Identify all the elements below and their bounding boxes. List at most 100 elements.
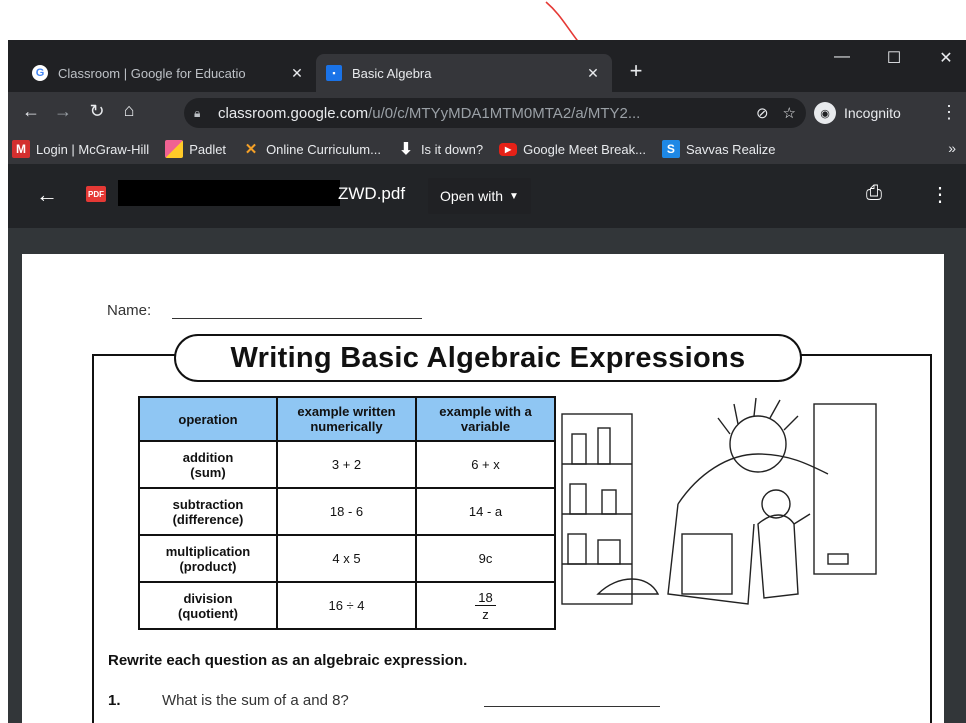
bookmark-label: Savvas Realize	[685, 141, 776, 157]
header-operation: operation	[138, 396, 278, 442]
minimize-button[interactable]: —	[822, 48, 862, 66]
question-text: What is the sum of a and 8?	[162, 692, 349, 709]
numeric-cell: 18 - 6	[276, 487, 417, 536]
bookmarks-bar: M Login | McGraw-Hill Padlet ✕ Online Cu…	[8, 134, 966, 164]
browser-window: G Classroom | Google for Educatio ✕ ▪ Ba…	[8, 40, 966, 723]
mcgraw-hill-icon: M	[12, 140, 30, 158]
savvas-icon: S	[661, 140, 680, 158]
incognito-icon: ◉	[814, 102, 836, 124]
maximize-button[interactable]: ☐	[874, 48, 914, 68]
caret-down-icon: ▼	[509, 190, 519, 202]
bookmarks-more-icon[interactable]: »	[948, 140, 956, 156]
variable-cell: 14 - a	[415, 487, 556, 536]
bookmark-is-it-down[interactable]: ⬇ Is it down?	[397, 140, 483, 158]
worksheet-title: Writing Basic Algebraic Expressions	[174, 334, 802, 382]
more-options-icon[interactable]: ⋮	[930, 182, 950, 207]
classroom-icon: ▪	[326, 65, 342, 81]
lock-icon: 🔒︎	[194, 105, 201, 120]
pdf-page: Name: Writing Basic Algebraic Expression…	[22, 254, 944, 723]
operation-name: division	[183, 590, 233, 606]
fraction-numerator: 18	[475, 589, 496, 606]
operation-sub: (quotient)	[178, 605, 238, 621]
operation-sub: (sum)	[190, 464, 226, 480]
question-number: 1.	[108, 692, 121, 709]
operation-cell: addition (sum)	[138, 440, 278, 489]
numeric-cell: 16 ÷ 4	[276, 581, 417, 630]
print-icon[interactable]: ⎙	[866, 182, 882, 205]
instruction-text: Rewrite each question as an algebraic ex…	[108, 652, 468, 669]
operation-name: addition	[182, 449, 234, 465]
back-icon[interactable]: ←	[18, 101, 44, 122]
header-numeric: example written numerically	[276, 396, 417, 442]
screenshot: G Classroom | Google for Educatio ✕ ▪ Ba…	[0, 0, 966, 723]
variable-cell: 9c	[415, 534, 556, 583]
bookmark-savvas[interactable]: S Savvas Realize	[661, 140, 776, 158]
variable-cell: 18 z	[415, 581, 556, 630]
browser-toolbar: ← → ↻ ⌂ 🔒︎ classroom.google.com/u/0/c/MT…	[8, 92, 966, 134]
operations-table: operation example written numerically ex…	[138, 396, 556, 630]
bookmark-mcgraw-hill[interactable]: M Login | McGraw-Hill	[12, 140, 149, 158]
open-with-label: Open with	[440, 188, 504, 204]
youtube-icon: ▶	[499, 142, 518, 156]
arrow-down-icon: ⬇	[399, 141, 413, 158]
operation-name: subtraction	[172, 496, 244, 512]
operation-sub: (difference)	[172, 511, 244, 527]
pdf-file-icon: PDF	[86, 186, 106, 202]
tracking-blocked-icon[interactable]: ⊘	[756, 104, 769, 122]
bookmark-google-meet[interactable]: ▶ Google Meet Break...	[499, 142, 646, 157]
bookmark-star-icon[interactable]: ☆	[783, 104, 796, 122]
tab-strip: G Classroom | Google for Educatio ✕ ▪ Ba…	[8, 40, 966, 92]
google-icon: G	[32, 65, 48, 81]
operation-cell: multiplication (product)	[138, 534, 278, 583]
tab-title: Basic Algebra	[352, 65, 432, 81]
pdf-viewer: Name: Writing Basic Algebraic Expression…	[8, 164, 966, 723]
padlet-icon	[165, 140, 184, 158]
name-line	[172, 318, 422, 319]
open-with-button[interactable]: Open with ▼	[428, 178, 531, 214]
window-close-button[interactable]: ✕	[926, 48, 966, 68]
tab-basic-algebra[interactable]: ▪ Basic Algebra ✕	[316, 54, 612, 92]
header-variable: example with a variable	[415, 396, 556, 442]
operation-sub: (product)	[179, 558, 237, 574]
operation-cell: division (quotient)	[138, 581, 278, 630]
browser-menu-icon[interactable]: ⋮	[940, 102, 958, 123]
back-arrow-icon[interactable]: ←	[36, 182, 58, 208]
fraction-denominator: z	[482, 606, 489, 622]
reload-icon[interactable]: ↻	[84, 101, 110, 122]
operation-cell: subtraction (difference)	[138, 487, 278, 536]
tab-classroom[interactable]: G Classroom | Google for Educatio ✕	[22, 54, 316, 92]
address-bar[interactable]: 🔒︎ classroom.google.com/u/0/c/MTYyMDA1MT…	[184, 98, 806, 128]
bookmark-label: Is it down?	[420, 141, 484, 157]
tab-close-icon[interactable]: ✕	[584, 65, 602, 82]
pdf-toolbar: ← PDF ZWD.pdf Open with ▼ ⎙ ⋮	[8, 164, 966, 228]
bookmark-label: Google Meet Break...	[523, 141, 646, 157]
variable-cell: 6 + x	[415, 440, 556, 489]
table-row: subtraction (difference) 18 - 6 14 - a	[138, 487, 556, 536]
table-header-row: operation example written numerically ex…	[138, 396, 556, 442]
bookmark-padlet[interactable]: Padlet	[165, 140, 226, 158]
incognito-badge[interactable]: ◉ Incognito	[814, 98, 901, 128]
url-path: /u/0/c/MTYyMDA1MTM0MTA2/a/MTY2...	[368, 104, 641, 122]
numeric-cell: 4 x 5	[276, 534, 417, 583]
tab-title: Classroom | Google for Educatio	[58, 65, 246, 81]
numeric-cell: 3 + 2	[276, 440, 417, 489]
fraction: 18 z	[475, 589, 496, 623]
new-tab-button[interactable]: +	[622, 58, 650, 84]
einstein-illustration	[561, 397, 877, 605]
incognito-label: Incognito	[844, 105, 901, 121]
name-label: Name:	[107, 302, 152, 319]
answer-line[interactable]	[484, 706, 660, 707]
file-name: ZWD.pdf	[338, 184, 406, 203]
table-row: multiplication (product) 4 x 5 9c	[138, 534, 556, 583]
tab-close-icon[interactable]: ✕	[288, 65, 306, 82]
forward-icon[interactable]: →	[50, 101, 76, 122]
redacted-filename	[118, 180, 340, 206]
table-row: addition (sum) 3 + 2 6 + x	[138, 440, 556, 489]
curriculum-icon: ✕	[244, 141, 258, 158]
url-host: classroom.google.com	[218, 104, 369, 122]
bookmark-label: Login | McGraw-Hill	[36, 141, 150, 157]
bookmark-online-curriculum[interactable]: ✕ Online Curriculum...	[242, 140, 381, 158]
table-row: division (quotient) 16 ÷ 4 18 z	[138, 581, 556, 630]
operation-name: multiplication	[165, 543, 251, 559]
home-icon[interactable]: ⌂	[116, 100, 142, 121]
